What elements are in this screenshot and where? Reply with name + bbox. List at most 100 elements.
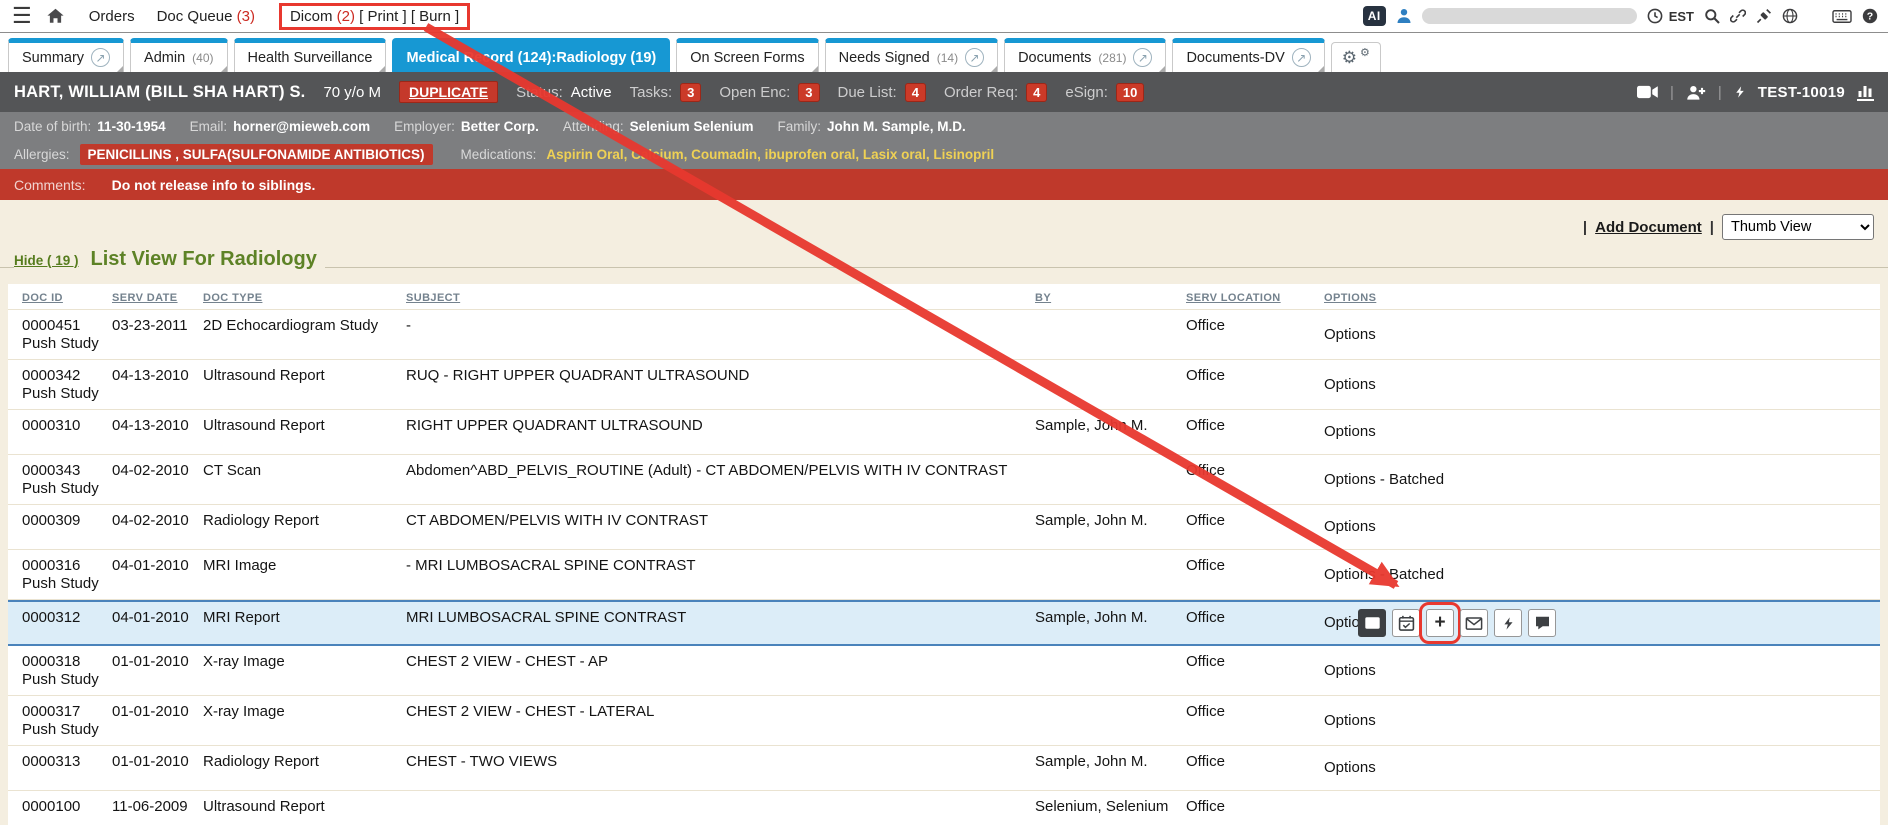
comment-button[interactable]	[1528, 609, 1556, 637]
open-in-new-window-icon[interactable]: ↗	[91, 48, 110, 67]
user-icon[interactable]	[1396, 8, 1412, 24]
column-header-subject[interactable]: SUBJECT	[406, 292, 1035, 304]
options-link[interactable]: Options - Batched	[1324, 566, 1444, 583]
medications-list[interactable]: Aspirin Oral, Calcium, Coumadin, ibuprof…	[546, 147, 994, 162]
options-link[interactable]: Options	[1324, 326, 1376, 343]
menu-item-count: (2)	[332, 8, 355, 25]
counter-badge[interactable]: 3	[680, 83, 701, 102]
hamburger-menu-icon[interactable]: ☰	[12, 5, 32, 27]
column-header-by[interactable]: BY	[1035, 292, 1186, 304]
options-link[interactable]: Options	[1324, 376, 1376, 393]
cell-by	[1035, 455, 1186, 504]
column-header-options[interactable]: OPTIONS	[1324, 292, 1880, 304]
video-camera-icon[interactable]	[1637, 85, 1658, 99]
duplicate-badge[interactable]: DUPLICATE	[399, 81, 498, 103]
link-icon[interactable]	[1730, 8, 1746, 24]
tab-documents-dv[interactable]: Documents-DV↗	[1172, 38, 1324, 72]
tab-count: (40)	[192, 51, 213, 65]
email-icon	[1465, 616, 1483, 631]
tab-on-screen-forms[interactable]: On Screen Forms	[676, 38, 818, 72]
ai-badge[interactable]: AI	[1363, 6, 1386, 26]
cell-serv-date: 01-01-2010	[112, 646, 203, 695]
menu-item-dicom[interactable]: Dicom (2) [ Print ] [ Burn ]	[279, 3, 470, 30]
view-mode-select[interactable]: Thumb View	[1722, 214, 1874, 240]
quick-action-bolt-icon[interactable]	[1734, 84, 1746, 100]
table-row[interactable]: 0000451Push Study03-23-20112D Echocardio…	[8, 310, 1880, 360]
doc-id-subtext: Push Study	[22, 385, 112, 403]
add-document-link[interactable]: Add Document	[1595, 219, 1702, 236]
menu-item-orders[interactable]: Orders	[89, 8, 135, 25]
cell-serv-location: Office	[1186, 746, 1324, 790]
table-row[interactable]: 0000317Push Study01-01-2010X-ray ImageCH…	[8, 696, 1880, 746]
cell-by	[1035, 646, 1186, 695]
table-row[interactable]: 0000316Push Study04-01-2010MRI Image- MR…	[8, 550, 1880, 600]
counter-badge[interactable]: 3	[798, 83, 819, 102]
help-icon[interactable]: ?	[1862, 8, 1878, 24]
search-icon[interactable]	[1704, 8, 1720, 24]
counter-due-list-: Due List:4	[838, 83, 926, 102]
allergies-value[interactable]: PENICILLINS , SULFA(SULFONAMIDE ANTIBIOT…	[80, 144, 433, 165]
table-row[interactable]: 000010011-06-2009Ultrasound ReportSeleni…	[8, 791, 1880, 825]
column-header-serv-date[interactable]: SERV DATE	[112, 292, 203, 304]
cell-doc-id: 0000312	[22, 602, 112, 644]
counter-badge[interactable]: 4	[1026, 83, 1047, 102]
table-row[interactable]: 000030904-02-2010Radiology ReportCT ABDO…	[8, 505, 1880, 550]
schedule-button[interactable]	[1392, 609, 1420, 637]
view-image-button[interactable]	[1358, 609, 1386, 637]
open-in-new-window-icon[interactable]: ↗	[1292, 48, 1311, 67]
options-link[interactable]: Options	[1324, 518, 1376, 535]
clock-icon[interactable]	[1647, 8, 1663, 24]
options-link[interactable]: Options	[1324, 712, 1376, 729]
detail-attending-: Attending:Selenium Selenium	[563, 119, 754, 134]
cell-subject: - MRI LUMBOSACRAL SPINE CONTRAST	[406, 550, 1035, 599]
table-row[interactable]: 000031004-13-2010Ultrasound ReportRIGHT …	[8, 410, 1880, 455]
tab-settings[interactable]: ⚙⚙	[1331, 42, 1381, 72]
options-link[interactable]: Options - Batched	[1324, 471, 1444, 488]
syringe-icon[interactable]	[1756, 8, 1772, 24]
topbar-right-icons: AI EST?	[1363, 6, 1878, 26]
cell-by	[1035, 310, 1186, 359]
patient-details-bar: Date of birth:11-30-1954Email:horner@mie…	[0, 112, 1888, 140]
email-button[interactable]	[1460, 609, 1488, 637]
detail-label: Attending:	[563, 119, 624, 134]
globe-icon[interactable]	[1782, 8, 1798, 24]
counter-badge[interactable]: 4	[905, 83, 926, 102]
add-person-icon[interactable]	[1686, 85, 1706, 100]
cell-options: Options	[1324, 376, 1880, 394]
cell-by: Sample, John M.	[1035, 602, 1186, 644]
open-in-new-window-icon[interactable]: ↗	[1133, 48, 1152, 67]
cell-serv-location: Office	[1186, 360, 1324, 409]
utility-icons: EST?	[1647, 8, 1878, 24]
table-row[interactable]: 0000318Push Study01-01-2010X-ray ImageCH…	[8, 646, 1880, 696]
table-row[interactable]: 000031301-01-2010Radiology ReportCHEST -…	[8, 746, 1880, 791]
gear-icon: ⚙	[1342, 48, 1357, 68]
tab-medical-record-124-radiology-19-[interactable]: Medical Record (124):Radiology (19)	[392, 38, 670, 72]
tab-needs-signed[interactable]: Needs Signed(14)↗	[825, 38, 998, 72]
tab-summary[interactable]: Summary↗	[8, 38, 124, 72]
table-row[interactable]: 000031204-01-2010MRI ReportMRI LUMBOSACR…	[8, 600, 1880, 646]
options-link[interactable]: Options	[1324, 759, 1376, 776]
table-row[interactable]: 0000342Push Study04-13-2010Ultrasound Re…	[8, 360, 1880, 410]
home-icon[interactable]	[46, 7, 65, 25]
column-header-doc-type[interactable]: DOC TYPE	[203, 292, 406, 304]
hide-list-link[interactable]: Hide ( 19 )	[14, 253, 79, 268]
options-link[interactable]: Options	[1324, 423, 1376, 440]
column-header-doc-id[interactable]: DOC ID	[22, 292, 112, 304]
column-header-serv-location[interactable]: SERV LOCATION	[1186, 292, 1324, 304]
keyboard-icon[interactable]	[1832, 10, 1852, 23]
quick-action-bolt-button[interactable]	[1494, 609, 1522, 637]
tab-documents[interactable]: Documents(281)↗	[1004, 38, 1166, 72]
options-link[interactable]: Options	[1324, 662, 1376, 679]
counter-badge[interactable]: 10	[1116, 83, 1144, 102]
cell-doc-type: 2D Echocardiogram Study	[203, 310, 406, 359]
tab-admin[interactable]: Admin(40)	[130, 38, 227, 72]
flowsheet-chart-icon[interactable]	[1857, 84, 1874, 101]
open-in-new-window-icon[interactable]: ↗	[965, 48, 984, 67]
cell-by	[1035, 360, 1186, 409]
menu-item-label: Orders	[89, 8, 135, 25]
table-row[interactable]: 0000343Push Study04-02-2010CT ScanAbdome…	[8, 455, 1880, 505]
tab-health-surveillance[interactable]: Health Surveillance	[234, 38, 387, 72]
document-action-buttons: +	[1358, 609, 1556, 637]
add-button[interactable]: +	[1426, 609, 1454, 637]
menu-item-doc-queue[interactable]: Doc Queue (3)	[157, 8, 255, 25]
